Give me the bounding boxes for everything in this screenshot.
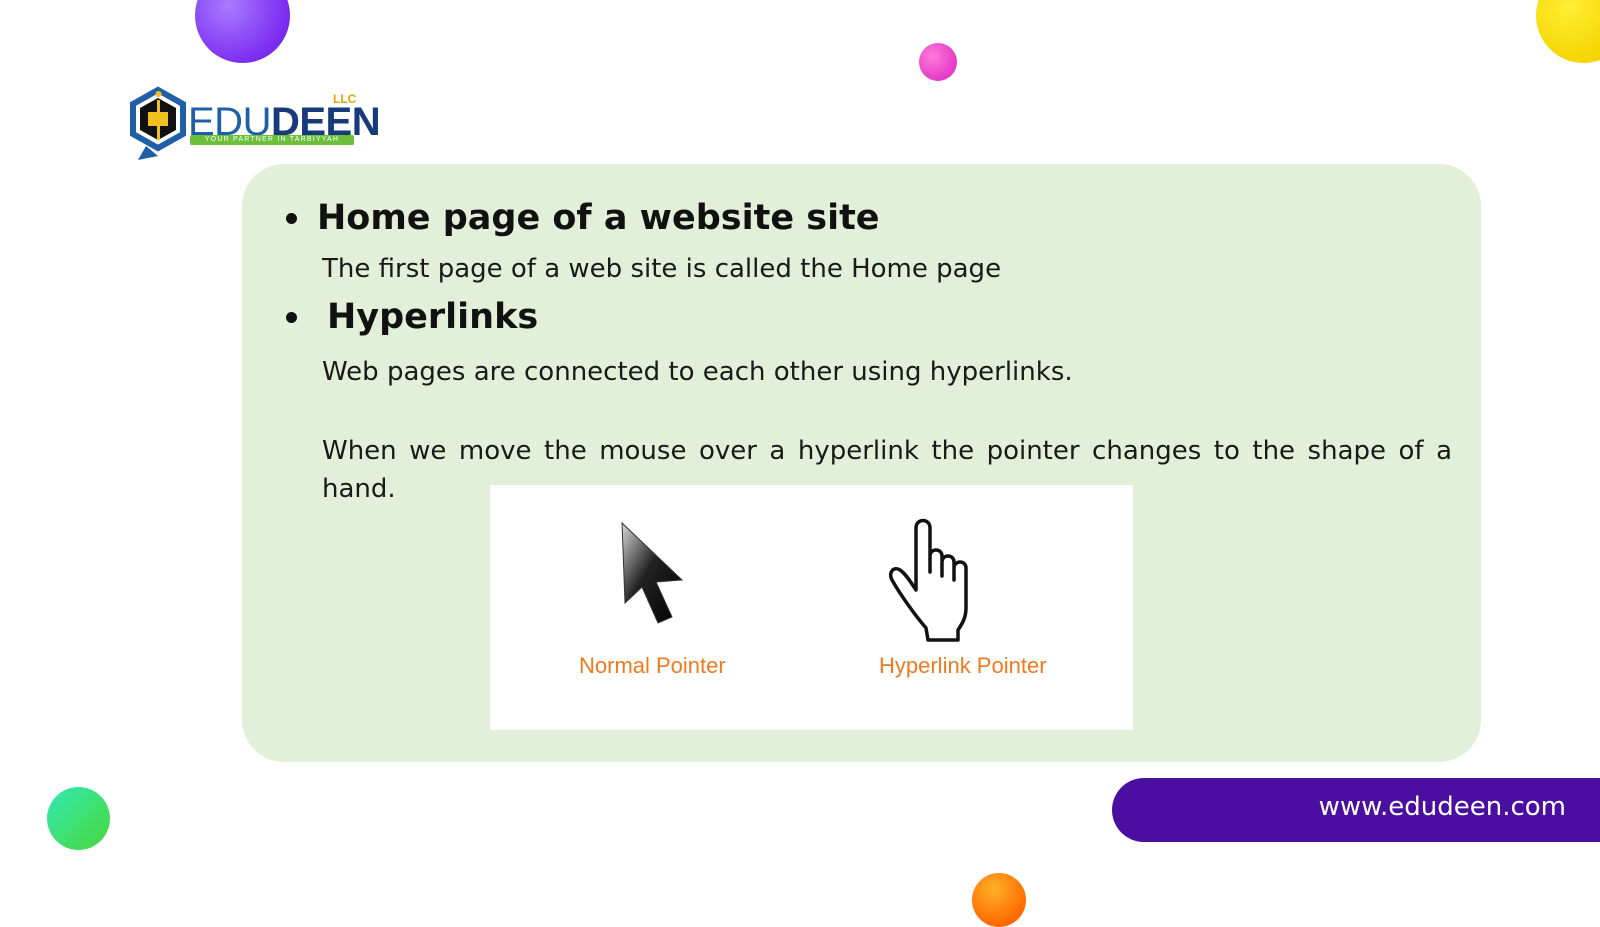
hexagon-book-icon	[130, 86, 186, 160]
arrow-cursor-icon	[621, 521, 684, 624]
website-url[interactable]: www.edudeen.com	[1319, 792, 1566, 822]
bullet-hyperlinks: Hyperlinks	[286, 297, 538, 337]
hyperlink-pointer-label: Hyperlink Pointer	[879, 653, 1047, 678]
normal-pointer-label: Normal Pointer	[579, 653, 726, 678]
heading-hyperlinks: Hyperlinks	[327, 297, 539, 337]
pointer-comparison-image: Normal Pointer Hyperlink Pointer	[490, 485, 1133, 730]
heading-home-page: Home page of a website site	[317, 198, 880, 238]
logo-tagline: YOUR PARTNER IN TARBIYYAH	[190, 135, 354, 145]
decorative-yellow-circle	[1536, 0, 1600, 63]
bullet-dot	[286, 311, 297, 323]
hand-cursor-icon	[888, 518, 968, 642]
bullet-dot	[286, 212, 297, 224]
logo-llc: LLC	[333, 92, 357, 106]
decorative-pink-circle	[919, 43, 957, 81]
home-page-description: The first page of a web site is called t…	[322, 254, 1002, 284]
decorative-green-circle	[47, 787, 110, 850]
decorative-purple-circle	[195, 0, 290, 63]
edudeen-logo: EDUDEEN LLC YOUR PARTNER IN TARBIYYAH	[128, 80, 381, 166]
bullet-home-page: Home page of a website site	[286, 198, 880, 238]
hyperlinks-description: Web pages are connected to each other us…	[322, 357, 1073, 387]
decorative-orange-circle	[972, 873, 1026, 927]
website-url-bar: www.edudeen.com	[1112, 778, 1600, 842]
